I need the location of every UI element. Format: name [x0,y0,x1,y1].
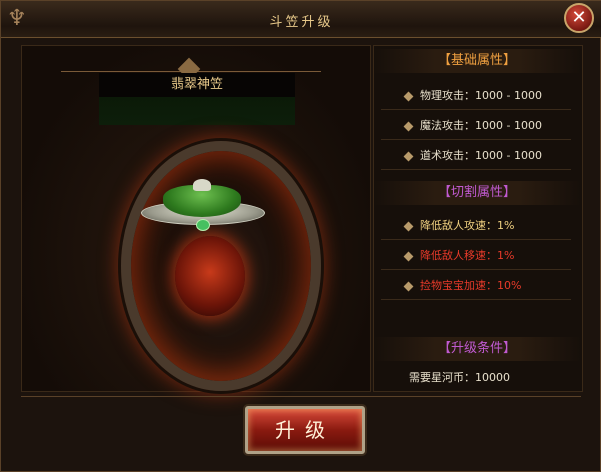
hat-gem-icon [196,219,210,231]
diamond-bullet-icon [403,281,414,291]
upgrade-button[interactable]: 升级 [245,406,365,454]
diamond-bullet-icon [403,121,414,131]
attr-row: 道术攻击：1000 - 1000 [381,143,571,170]
upgrade-conditions-header: 【升级条件】 [373,337,581,361]
diamond-bullet-icon [403,251,414,261]
base-attributes-header: 【基础属性】 [373,49,581,73]
title-bar[interactable]: ♆ 斗笠升级 [1,1,601,38]
diamond-bullet-icon [403,151,414,161]
item-name-backdrop [99,97,295,125]
hat-top [193,179,211,191]
diamond-bullet-icon [403,91,414,101]
attr-label: 物理攻击：1000 - 1000 [420,89,542,102]
attr-label: 道术攻击：1000 - 1000 [420,149,542,162]
attr-label: 降低敌人移速：1% [420,249,515,262]
upgrade-requirement: 需要星河币：10000 [409,371,510,384]
attr-label: 魔法攻击：1000 - 1000 [420,119,542,132]
demon-emblem-icon [175,236,245,316]
attr-row: 物理攻击：1000 - 1000 [381,83,571,110]
diamond-bullet-icon [403,221,414,231]
attr-row: 降低敌人攻速：1% [381,213,571,240]
cut-attributes-header: 【切割属性】 [373,181,581,205]
window-title: 斗笠升级 [269,15,334,30]
attr-row: 降低敌人移速：1% [381,243,571,270]
item-name: 翡翠神笠 [99,73,295,97]
upgrade-window: ♆ 斗笠升级 ✕ 翡翠神笠 【基础属性】 物理攻击：1000 - 1000 魔法… [0,0,601,472]
attr-row: 捡物宝宝加速：10% [381,273,571,300]
close-button[interactable]: ✕ [564,3,594,33]
attr-label: 捡物宝宝加速：10% [420,279,522,292]
ornament-divider [61,49,321,72]
jade-hat-icon[interactable] [141,179,265,235]
attr-row: 魔法攻击：1000 - 1000 [381,113,571,140]
attr-label: 降低敌人攻速：1% [420,219,515,232]
